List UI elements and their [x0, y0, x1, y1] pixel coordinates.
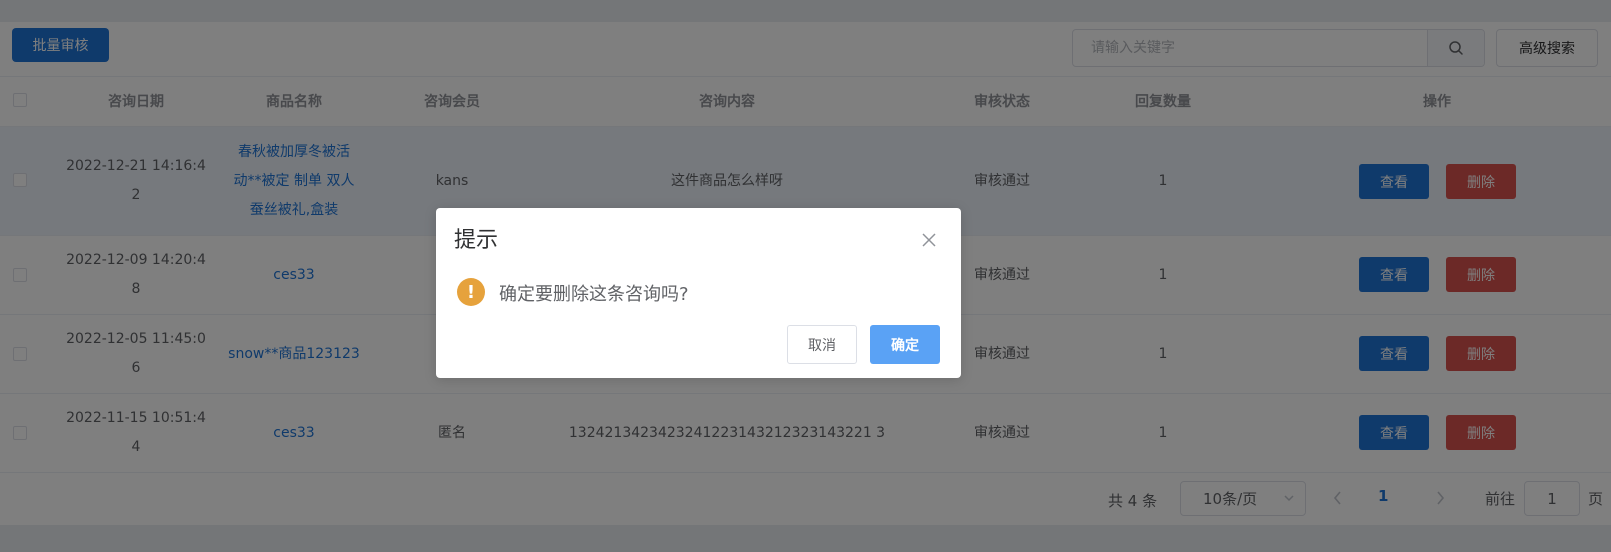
confirm-button[interactable]: 确定 — [870, 325, 940, 364]
confirm-dialog: 提示 ! 确定要删除这条咨询吗? 取消 确定 — [436, 208, 961, 378]
warning-icon: ! — [457, 278, 485, 306]
cancel-button[interactable]: 取消 — [787, 325, 857, 364]
dialog-message: 确定要删除这条咨询吗? — [499, 284, 689, 305]
close-icon[interactable] — [921, 232, 937, 248]
dialog-title: 提示 — [454, 228, 499, 253]
